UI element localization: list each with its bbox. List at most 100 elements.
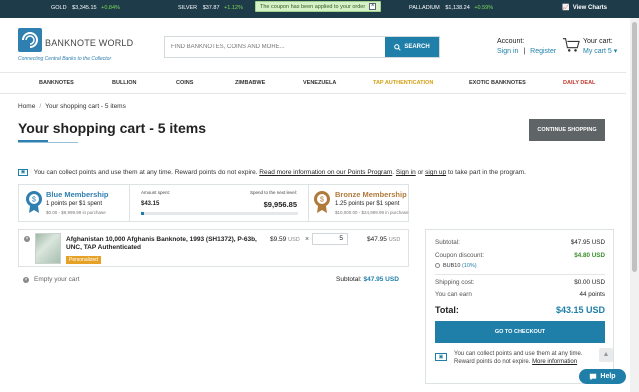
coupon-remove-icon[interactable] — [435, 263, 440, 269]
title-underline-thin — [18, 142, 78, 143]
multiply-icon: × — [305, 236, 310, 243]
coupon-percent: (10%) — [461, 263, 477, 269]
current-membership-title: Blue Membership — [46, 190, 109, 199]
ticker-palladium: PALLADIUM $1,138.24 +0.59% — [409, 5, 493, 11]
next-level-value: $9,956.85 — [263, 200, 297, 209]
cart-subtotal-label: Subtotal: — [336, 276, 362, 283]
total-label: Total: — [435, 305, 459, 315]
cart-label: Your cart: — [583, 38, 613, 45]
register-link[interactable]: Register — [530, 48, 556, 55]
nav-banknotes[interactable]: BANKNOTES — [39, 80, 74, 86]
points-notice-text: You can collect points and use them at a… — [33, 169, 258, 177]
points-icon: ▣ — [18, 169, 28, 176]
breadcrumb-current: Your shopping cart - 5 items — [45, 103, 126, 110]
logo-mark-icon — [18, 28, 42, 52]
more-information-link[interactable]: More information — [532, 359, 577, 365]
ticker-gold: GOLD $3,345.15 +0.84% — [51, 5, 120, 11]
page-scrollbar[interactable] — [630, 18, 639, 392]
points-notice-or: or — [417, 169, 424, 177]
next-membership-rate: 1.25 points per $1 spent — [335, 201, 400, 207]
summary-subtotal-value: $47.95 USD — [570, 239, 605, 246]
gold-label: GOLD — [51, 5, 67, 11]
item-name-link[interactable]: Afghanistan 10,000 Afghanis Banknote, 19… — [66, 236, 266, 252]
quantity-input[interactable]: 5 — [312, 233, 348, 245]
site-header: BANKNOTE WORLD Connecting Central Banks … — [0, 18, 639, 72]
points-sign-in-link[interactable]: Sign in — [396, 169, 416, 176]
points-notice: ▣ You can collect points and use them at… — [18, 169, 526, 176]
search-bar: SEARCH — [164, 36, 440, 58]
ticker-silver: SILVER $37.87 +1.12% — [178, 5, 243, 11]
total-value: $43.15 USD — [555, 305, 605, 315]
gold-price: $3,345.15 — [72, 5, 97, 11]
shipping-cost-label: Shipping cost: — [435, 279, 475, 286]
site-logo[interactable]: BANKNOTE WORLD Connecting Central Banks … — [18, 28, 133, 64]
help-label: Help — [600, 373, 616, 380]
summary-divider — [435, 274, 605, 275]
account-label: Account: — [497, 38, 525, 45]
shipping-cost-value: $0.00 USD — [574, 279, 605, 286]
nav-venezuela[interactable]: VENEZUELA — [303, 80, 336, 86]
palladium-price: $1,138.24 — [445, 5, 470, 11]
points-sign-up-link[interactable]: sign up — [425, 169, 446, 176]
membership-progress-fill — [141, 212, 145, 215]
toast-message: The coupon has been applied to your orde… — [260, 3, 366, 10]
remove-item-icon[interactable]: × — [24, 236, 30, 242]
palladium-label: PALLADIUM — [409, 5, 440, 11]
view-charts-label: View Charts — [572, 5, 607, 11]
cart-subtotal: Subtotal: $47.95 USD — [336, 276, 399, 283]
chart-icon: 📈 — [562, 5, 570, 11]
continue-shopping-button[interactable]: CONTINUE SHOPPING — [529, 119, 605, 141]
applied-coupon[interactable]: BUB10 (10%) — [435, 263, 477, 269]
earn-points-value: 44 points — [579, 291, 605, 298]
current-membership-range: $0.00 - $9,999.99 in purchase — [46, 210, 106, 215]
scrollbar-thumb[interactable] — [632, 22, 637, 272]
coupon-discount-value: $4.80 USD — [574, 252, 605, 259]
help-button[interactable]: Help — [579, 369, 626, 384]
my-cart-link[interactable]: My cart 5 ▾ — [583, 47, 617, 57]
coupon-applied-toast: The coupon has been applied to your orde… — [255, 1, 382, 12]
summary-subtotal-label: Subtotal: — [435, 239, 460, 246]
unit-price-value: $9.59 — [270, 236, 287, 243]
current-membership-rate: 1 points per $1 spent — [46, 201, 103, 207]
nav-daily-deal[interactable]: DAILY DEAL — [563, 80, 595, 86]
empty-cart-label: Empty your cart — [34, 276, 80, 283]
earn-points-label: You can earn — [435, 291, 472, 298]
bronze-membership-badge-icon: $ — [314, 191, 330, 213]
toast-close-icon[interactable]: × — [369, 3, 377, 10]
silver-change: +1.12% — [224, 5, 243, 11]
nav-tap-authentication[interactable]: TAP AUTHENTICATION — [373, 80, 433, 86]
checkout-button[interactable]: GO TO CHECKOUT — [435, 321, 605, 343]
item-thumbnail[interactable] — [35, 233, 61, 264]
search-button-label: SEARCH — [404, 44, 430, 50]
item-line-total: $47.95 USD — [367, 236, 400, 243]
logo-tagline: Connecting Central Banks to the Collecto… — [18, 56, 112, 62]
nav-exotic-banknotes[interactable]: EXOTIC BANKNOTES — [469, 80, 526, 86]
scroll-to-top-button[interactable]: ▲ — [599, 348, 613, 362]
nav-bullion[interactable]: BULLION — [112, 80, 136, 86]
silver-price: $37.87 — [202, 5, 220, 11]
chat-bubble-icon — [590, 373, 597, 380]
gold-change: +0.84% — [101, 5, 120, 11]
sign-in-link[interactable]: Sign in — [497, 48, 518, 55]
blue-membership-badge-icon: $ — [26, 191, 42, 213]
page-title: Your shopping cart - 5 items — [18, 120, 206, 136]
search-input[interactable] — [165, 37, 385, 57]
order-summary: Subtotal: $47.95 USD Coupon discount: $4… — [425, 229, 614, 384]
cart-subtotal-value: $47.95 USD — [363, 276, 399, 283]
points-program-link[interactable]: Read more information on our Points Prog… — [259, 169, 392, 176]
breadcrumb-home[interactable]: Home — [18, 103, 35, 110]
search-button[interactable]: SEARCH — [385, 37, 439, 57]
empty-cart-link[interactable]: × Empty your cart — [23, 276, 80, 283]
nav-zimbabwe[interactable]: ZIMBABWE — [235, 80, 265, 86]
next-membership-range: $10,000.00 - $24,999.99 in purchase — [335, 210, 409, 215]
nav-coins[interactable]: COINS — [176, 80, 193, 86]
membership-progress-bar — [141, 212, 298, 215]
search-icon — [394, 43, 401, 51]
item-unit-price: $9.59 USD — [270, 236, 300, 243]
empty-cart-icon: × — [23, 276, 29, 283]
svg-text:$: $ — [320, 197, 324, 204]
points-note-icon: ▣ — [435, 353, 447, 361]
view-charts-link[interactable]: 📈 View Charts — [562, 4, 607, 11]
points-notice-after: to take part in the program. — [447, 169, 526, 177]
spend-progress-box: Amount spent: $43.15 Spend to the next l… — [129, 185, 309, 221]
